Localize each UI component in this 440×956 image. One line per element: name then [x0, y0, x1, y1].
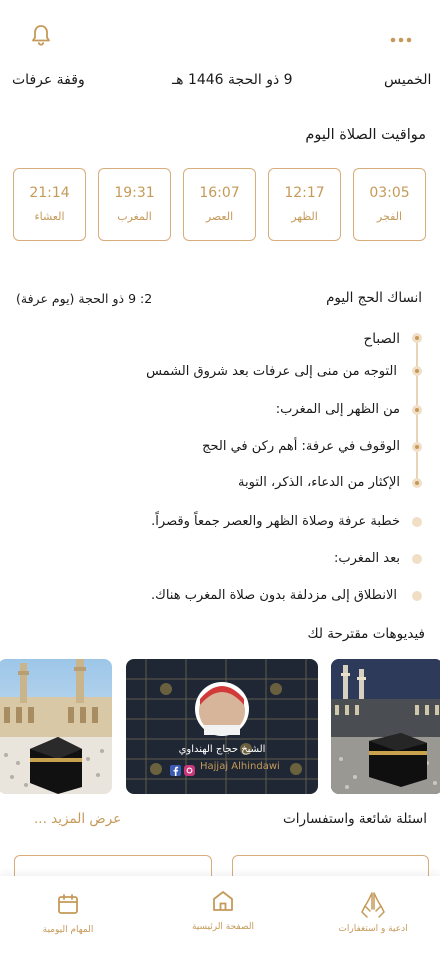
timeline-dot — [412, 366, 422, 376]
video-thumbnail[interactable] — [331, 659, 440, 794]
calendar-icon — [58, 894, 78, 914]
prayer-name: العشاء — [34, 210, 65, 223]
prayer-card-maghrib[interactable]: 19:31 المغرب — [98, 168, 171, 241]
prayer-card-dhuhr[interactable]: 12:17 الظهر — [268, 168, 341, 241]
video-thumbnail-featured[interactable]: الشيخ حجاج الهنداوي Hajjaj Alhindawi — [126, 659, 318, 794]
timeline-dot — [412, 591, 422, 601]
video-thumbnail[interactable] — [0, 659, 112, 794]
timeline-dot — [412, 517, 422, 527]
timeline-dot — [412, 333, 422, 343]
timeline-item: الوقوف في عرفة: أهم ركن في الحج — [202, 439, 400, 454]
timeline-dot — [412, 442, 422, 452]
nav-home-label: الصفحة الرئيسية — [191, 922, 255, 932]
timeline-dot — [412, 478, 422, 488]
timeline-item: الانطلاق إلى مزدلفة بدون صلاة المغرب هنا… — [150, 588, 397, 603]
featured-handle: Hajjaj Alhindawi — [200, 761, 280, 772]
prayer-times-title: مواقيت الصلاة اليوم — [305, 127, 426, 143]
hijri-date: 9 ذو الحجة 1446 هـ — [172, 72, 293, 88]
praying-hands-icon — [361, 892, 385, 918]
nav-home[interactable]: الصفحة الرئيسية — [183, 888, 263, 932]
nav-duas-label: ادعية و استغفارات — [338, 924, 408, 934]
timeline-item: التوجه من منى إلى عرفات بعد شروق الشمس — [146, 364, 397, 379]
prayer-card-fajr[interactable]: 03:05 الفجر — [353, 168, 426, 241]
nav-tasks[interactable]: المهام اليومية — [28, 892, 108, 935]
hajj-rites-title: انساك الحج اليوم — [326, 290, 422, 306]
show-more-link[interactable]: عرض المزيد ... — [34, 811, 121, 827]
nav-tasks-label: المهام اليومية — [42, 925, 94, 935]
faq-title: اسئلة شائعة واستفسارات — [283, 811, 427, 827]
prayer-time: 21:14 — [29, 185, 70, 201]
day-name: الخميس — [384, 72, 432, 88]
prayer-name: المغرب — [117, 210, 152, 223]
timeline-dot — [412, 405, 422, 415]
prayer-time: 16:07 — [199, 185, 240, 201]
prayer-name: الظهر — [291, 210, 318, 223]
timeline-item: الإكثار من الدعاء، الذكر، التوبة — [238, 475, 400, 490]
notifications-bell-icon[interactable] — [28, 22, 54, 48]
featured-sheikh-name: الشيخ حجاج الهنداوي — [178, 744, 266, 755]
bottom-nav: ادعية و استغفارات الصفحة الرئيسية المهام… — [0, 876, 440, 956]
occasion-label: وقفة عرفات — [12, 72, 85, 88]
prayer-name: الفجر — [376, 210, 403, 223]
nav-duas[interactable]: ادعية و استغفارات — [333, 890, 413, 934]
timeline-item: بعد المغرب: — [334, 551, 400, 566]
timeline-item: خطبة عرفة وصلاة الظهر والعصر جمعاً وقصرا… — [151, 514, 400, 529]
videos-title: فيديوهات مقترحة لك — [307, 626, 425, 642]
home-icon — [213, 891, 233, 911]
timeline-item: الصباح — [363, 331, 400, 347]
hajj-day-label: 2: 9 ذو الحجة (يوم عرفة) — [16, 291, 153, 306]
timeline-item: من الظهر إلى المغرب: — [275, 402, 400, 417]
prayer-card-asr[interactable]: 16:07 العصر — [183, 168, 256, 241]
prayer-card-isha[interactable]: 21:14 العشاء — [13, 168, 86, 241]
prayer-name: العصر — [205, 210, 234, 223]
prayer-time: 03:05 — [369, 185, 410, 201]
timeline-dot — [412, 554, 422, 564]
more-menu-icon[interactable] — [388, 30, 414, 43]
prayer-time: 12:17 — [284, 185, 325, 201]
prayer-time: 19:31 — [114, 185, 155, 201]
social-icons — [170, 762, 196, 776]
